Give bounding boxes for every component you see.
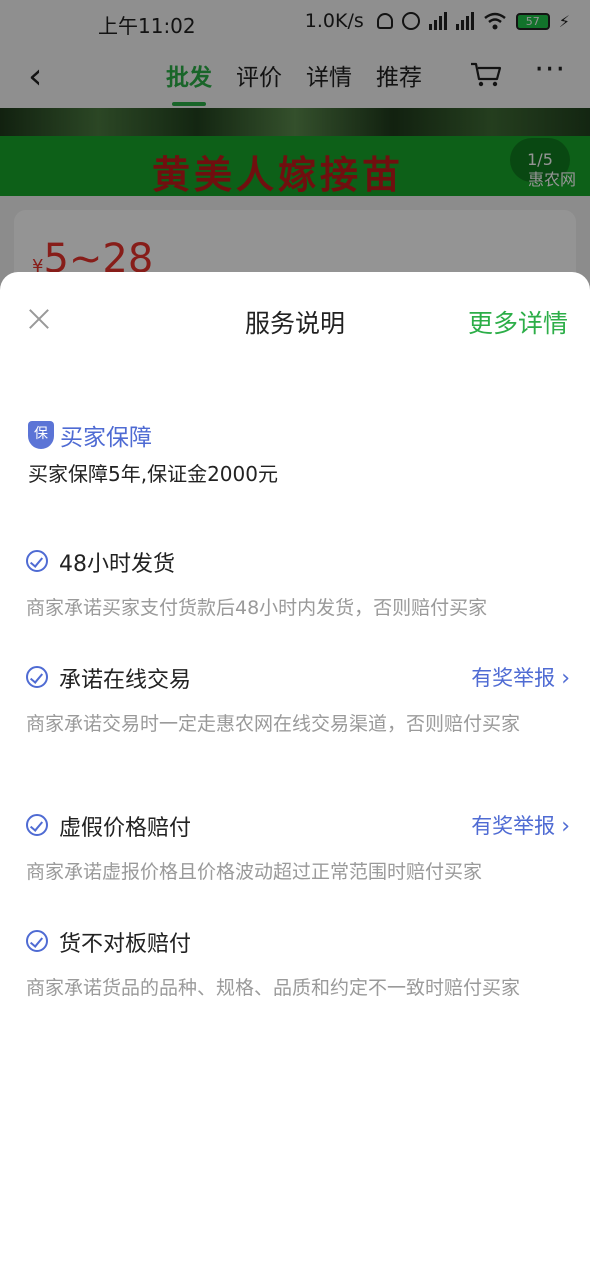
more-details-link[interactable]: 更多详情 xyxy=(468,304,568,340)
item-description: 商家承诺买家支付货款后48小时内发货，否则赔付买家 xyxy=(26,597,488,619)
service-sheet: 服务说明 更多详情 保 买家保障 买家保障5年,保证金2000元 48小时发货 … xyxy=(0,272,590,1278)
item-title: 货不对板赔付 xyxy=(59,932,192,957)
item-description: 商家承诺货品的品种、规格、品质和约定不一致时赔付买家 xyxy=(26,977,521,999)
item-description: 商家承诺交易时一定走惠农网在线交易渠道，否则赔付买家 xyxy=(26,713,521,735)
service-item-mismatch: 货不对板赔付 商家承诺货品的品种、规格、品质和约定不一致时赔付买家 xyxy=(26,926,574,1004)
item-head: 48小时发货 xyxy=(26,546,574,580)
service-item-shipping: 48小时发货 商家承诺买家支付货款后48小时内发货，否则赔付买家 xyxy=(26,546,574,624)
buyer-guarantee-badge: 保 买家保障 xyxy=(28,418,152,452)
report-link-label: 有奖举报 xyxy=(471,666,556,690)
guarantee-label: 买家保障 xyxy=(60,425,152,451)
report-link[interactable]: 有奖举报 › xyxy=(471,662,570,692)
report-link[interactable]: 有奖举报 › xyxy=(471,810,570,840)
shield-icon: 保 xyxy=(28,421,54,449)
report-link-label: 有奖举报 xyxy=(471,814,556,838)
item-head: 货不对板赔付 xyxy=(26,926,574,960)
chevron-right-icon: › xyxy=(561,666,570,691)
item-description: 商家承诺虚报价格且价格波动超过正常范围时赔付买家 xyxy=(26,861,483,883)
check-circle-icon xyxy=(26,930,48,952)
service-item-online-trade: 承诺在线交易 有奖举报 › 商家承诺交易时一定走惠农网在线交易渠道，否则赔付买家 xyxy=(26,662,574,740)
item-head: 虚假价格赔付 有奖举报 › xyxy=(26,810,574,844)
chevron-right-icon: › xyxy=(561,814,570,839)
check-circle-icon xyxy=(26,550,48,572)
item-title: 48小时发货 xyxy=(59,552,175,577)
item-title: 承诺在线交易 xyxy=(59,668,192,693)
item-head: 承诺在线交易 有奖举报 › xyxy=(26,662,574,696)
check-circle-icon xyxy=(26,814,48,836)
check-circle-icon xyxy=(26,666,48,688)
guarantee-description: 买家保障5年,保证金2000元 xyxy=(28,462,278,486)
item-title: 虚假价格赔付 xyxy=(59,816,192,841)
service-item-false-price: 虚假价格赔付 有奖举报 › 商家承诺虚报价格且价格波动超过正常范围时赔付买家 xyxy=(26,810,574,888)
